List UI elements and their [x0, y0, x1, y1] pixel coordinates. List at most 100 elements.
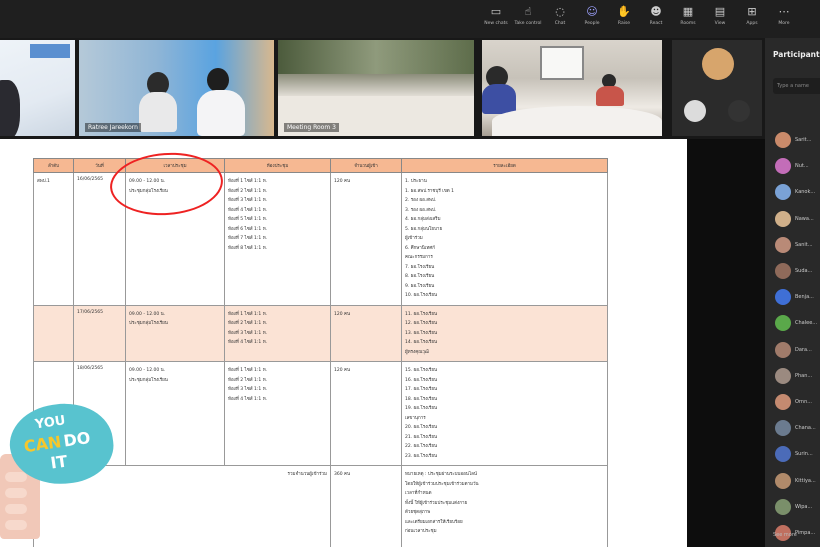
people-icon: ☺	[586, 5, 598, 18]
cell-rooms: ห้องที่ 1 ไซส์ 1:1 ห. ห้องที่ 2 ไซส์ 1:1 …	[224, 304, 331, 362]
cell-detail-line: 10. ผอ.โรงเรียน	[405, 293, 438, 298]
toolbar-button-label: Raise	[617, 21, 631, 26]
note-line: ทั้งนี้ ให้ผู้เข้าร่วมประชุมแต่งกาย	[405, 500, 468, 506]
avatar	[775, 289, 791, 306]
cell-detail-line: 13. ผอ.โรงเรียน	[405, 330, 438, 336]
video-tile[interactable]: Meeting Room 3	[278, 40, 474, 136]
see-more-link[interactable]: See more	[773, 532, 797, 538]
cell-room-line: ห้องที่ 3 ไซส์ 1:1 ห.	[228, 387, 268, 392]
apps-button[interactable]: ⊞ Apps	[738, 5, 766, 33]
meeting-toolbar: ▭ New chats ☝ Take control ◌ Chat ☺ People ✋ Rais…	[0, 0, 820, 38]
cell-detail-line: 20. ผอ.โรงเรียน	[405, 425, 438, 430]
cell-room-line: ห้องที่ 4 ไซส์ 1:1 ห.	[228, 396, 268, 402]
cell-room-line: ห้องที่ 3 ไซส์ 1:1 ห.	[228, 330, 268, 336]
participant-item[interactable]: Surin...	[775, 444, 813, 464]
participant-item[interactable]: Sarit...	[775, 130, 811, 150]
avatar	[775, 184, 791, 201]
sticker-text: YOU	[34, 413, 67, 433]
cell-room-line: ห้องที่ 1 ไซส์ 1:1 ห.	[228, 368, 268, 373]
participant-name: Nut...	[795, 163, 809, 170]
note-line: หมายเหตุ : ประชุมผ่านระบบออนไลน์	[405, 472, 477, 477]
avatar	[728, 100, 750, 122]
shared-document: ลำดับ วันที่ เวลาประชุม ห้องประชุม จำนวน…	[0, 139, 687, 547]
person-head	[207, 68, 229, 92]
cell-no: สพป.1	[33, 172, 74, 306]
cell-time: 09.00 - 12.00 น. ประชุมกลุ่มโรงเรียน	[125, 361, 225, 466]
participant-item[interactable]: Nut...	[775, 156, 809, 176]
cell-detail-line: 18. ผอ.โรงเรียน	[405, 396, 438, 402]
cell-detail-line: 3. รอง ผอ.สพป.	[405, 207, 437, 213]
avatar	[775, 498, 791, 515]
participant-item[interactable]: Wipa...	[775, 497, 812, 517]
tile-name: Meeting Room 3	[284, 123, 339, 132]
cell-room-line: ห้องที่ 1 ไซส์ 1:1 ห.	[228, 311, 268, 317]
cell-rooms: ห้องที่ 1 ไซส์ 1:1 ห. ห้องที่ 2 ไซส์ 1:1 …	[224, 361, 331, 466]
participant-item[interactable]: Ornn...	[775, 392, 812, 412]
video-tile[interactable]	[0, 40, 75, 136]
new-chats-button[interactable]: ▭ New chats	[482, 5, 510, 33]
sticker-text: IT	[49, 451, 69, 473]
cell-detail-line: ผู้ทรงคุณวุฒิ	[405, 349, 429, 355]
window-trees	[278, 40, 474, 74]
chat-bubble-icon: ◌	[555, 5, 565, 18]
cell-time-line: ประชุมกลุ่มโรงเรียน	[129, 321, 168, 326]
cell-room-line: ห้องที่ 5 ไซส์ 1:1 ห.	[228, 217, 268, 222]
cell-count: 120 คน	[330, 361, 402, 466]
avatar	[775, 367, 791, 384]
person-body	[139, 92, 177, 132]
participant-search-input[interactable]: Type a name	[773, 78, 820, 94]
take-control-button[interactable]: ☝ Take control	[514, 5, 542, 33]
cell-detail-line: ผู้เข้าร่วม	[405, 236, 423, 241]
video-tile[interactable]: Ratree Jareekorn	[79, 40, 274, 136]
participant-name: Dara...	[795, 346, 812, 353]
self-view-tile[interactable]	[672, 40, 762, 136]
participant-name: Chana...	[795, 425, 816, 432]
cell-time: 09.00 - 12.00 น. ประชุมกลุ่มโรงเรียน	[125, 304, 225, 362]
participant-item[interactable]: Phan...	[775, 366, 812, 386]
schedule-table: ลำดับ วันที่ เวลาประชุม ห้องประชุม จำนวน…	[33, 158, 608, 547]
note-line: โดยให้ผู้เข้าร่วมประชุมเข้าร่วมตามวัน	[405, 481, 479, 487]
more-button[interactable]: ⋯ More	[770, 5, 798, 33]
knuckle	[5, 504, 27, 514]
participant-item[interactable]: Sanit...	[775, 235, 813, 255]
cell-room-line: ห้องที่ 6 ไซส์ 1:1 ห.	[228, 226, 268, 232]
total-count: 360 คน	[330, 465, 402, 547]
knuckle	[5, 472, 27, 482]
cell-detail-line: 21. ผอ.โรงเรียน	[405, 434, 438, 440]
avatar	[775, 394, 791, 410]
cell-detail-line: 1. ผอ.สพป.ราชบุรี เขต 1	[405, 188, 455, 194]
video-tile[interactable]	[482, 40, 662, 136]
participant-name: Sanit...	[795, 241, 813, 248]
participant-item[interactable]: Kittiya...	[775, 471, 816, 491]
raise-button[interactable]: ✋ Raise	[610, 5, 638, 33]
knuckle	[5, 488, 27, 498]
participant-item[interactable]: Nawa...	[775, 209, 814, 229]
participant-item[interactable]: Dara...	[775, 340, 812, 360]
toolbar-button-label: People	[584, 21, 600, 26]
video-strip: Ratree Jareekorn Meeting Room 3	[0, 38, 765, 139]
panel-title: Participants	[773, 50, 820, 59]
note-line: ก่อนเวลาประชุม	[405, 529, 437, 534]
cell-rooms: ห้องที่ 1 ไซส์ 1:1 ห. ห้องที่ 2 ไซส์ 1:1 …	[224, 172, 331, 306]
react-button[interactable]: ☻ React	[642, 5, 670, 33]
cell-detail-line: 11. ผอ.โรงเรียน	[405, 311, 438, 317]
participant-name: Surin...	[795, 451, 813, 458]
toolbar-button-label: React	[649, 21, 663, 26]
participant-item[interactable]: Chana...	[775, 418, 816, 438]
chat-icon: ▭	[490, 5, 502, 18]
participant-item[interactable]: Suda...	[775, 261, 812, 281]
participant-name: Wipa...	[795, 503, 813, 510]
view-button[interactable]: ▤ View	[706, 5, 734, 33]
avatar	[775, 132, 791, 148]
chat-button[interactable]: ◌ Chat	[546, 5, 574, 33]
cell-detail-line: 15. ผอ.โรงเรียน	[405, 368, 438, 373]
cell-detail-line: 16. ผอ.โรงเรียน	[405, 377, 438, 383]
participant-item[interactable]: Kanok...	[775, 182, 815, 202]
avatar	[775, 446, 791, 463]
rooms-button[interactable]: ▦ Rooms	[674, 5, 702, 33]
people-button[interactable]: ☺ People	[578, 5, 606, 33]
participant-item[interactable]: Benja...	[775, 287, 814, 307]
participant-item[interactable]: Chalee...	[775, 313, 817, 333]
avatar	[775, 236, 791, 253]
participant-name: Sarit...	[795, 137, 812, 143]
